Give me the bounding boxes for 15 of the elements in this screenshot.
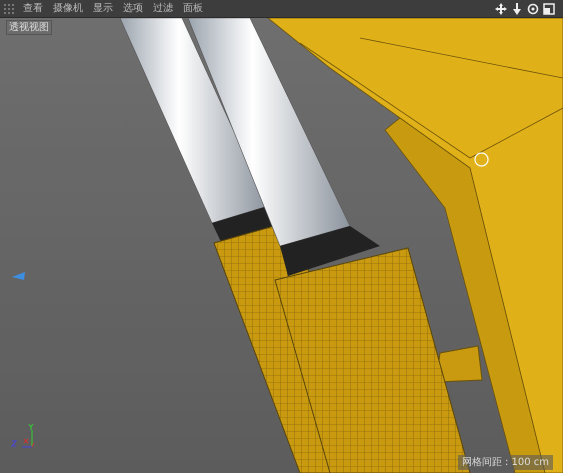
menu-item[interactable]: 面板 — [178, 0, 208, 18]
menu-item[interactable]: 过滤 — [148, 0, 178, 18]
menu-item[interactable]: 选项 — [118, 0, 148, 18]
grid-spacing-label: 网格间距 : 100 cm — [458, 455, 553, 470]
maximize-icon[interactable] — [543, 2, 555, 14]
move-icon[interactable] — [495, 2, 507, 14]
light-icon — [12, 272, 25, 280]
viewport-title: 透视视图 — [6, 20, 52, 35]
menu-item[interactable]: 显示 — [88, 0, 118, 18]
grip-icon — [4, 4, 14, 14]
cursor-icon — [474, 152, 489, 167]
down-arrow-icon[interactable] — [511, 2, 523, 14]
rotate-icon[interactable] — [527, 2, 539, 14]
menu-item[interactable]: 查看 — [18, 0, 48, 18]
menu-item[interactable]: 摄像机 — [48, 0, 88, 18]
